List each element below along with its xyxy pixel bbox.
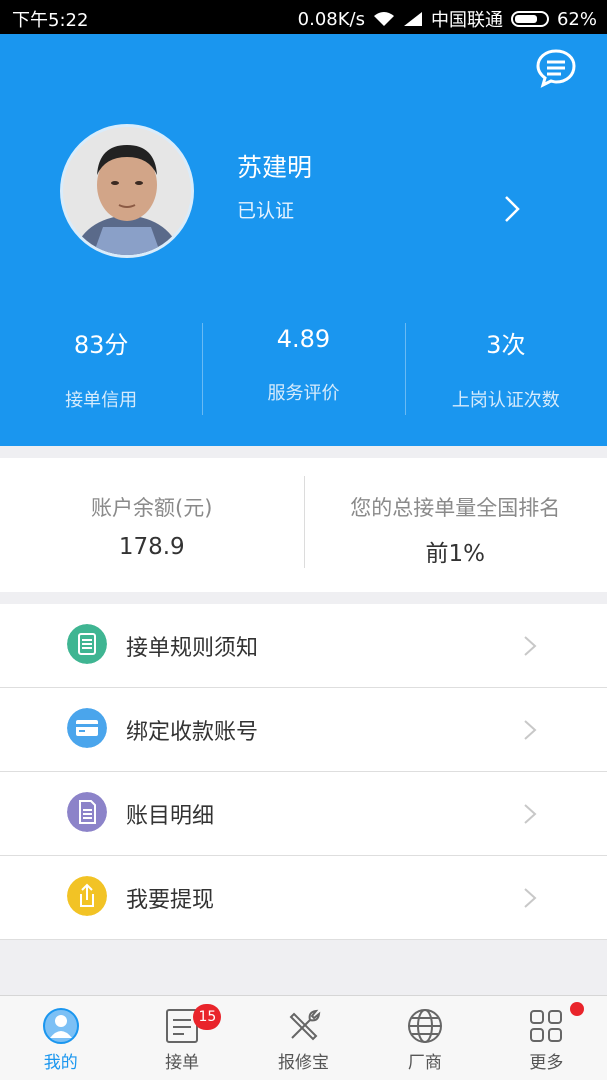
- stat-certification-label: 上岗认证次数: [451, 390, 560, 411]
- chevron-right-icon: [524, 636, 537, 656]
- signal-icon: [403, 12, 422, 26]
- rank-value: 前1%: [425, 541, 486, 567]
- orders-badge: 15: [193, 1004, 222, 1030]
- tab-orders[interactable]: 15 接单: [121, 996, 242, 1080]
- balance-block[interactable]: 账户余额(元) 178.9: [0, 458, 304, 592]
- globe-icon: [407, 1009, 442, 1043]
- menu-item-ledger[interactable]: 账目明细: [0, 772, 607, 856]
- stat-certification[interactable]: 3次 上岗认证次数: [404, 319, 607, 419]
- menu-item-label: 绑定收款账号: [126, 720, 259, 745]
- network-speed: 0.08K/s: [297, 8, 365, 30]
- stats-row: 83分 接单信用 4.89 服务评价 3次 上岗认证次数: [0, 319, 607, 419]
- balance-value: 178.9: [118, 534, 185, 560]
- chevron-right-icon: [524, 888, 537, 908]
- menu-item-label: 接单规则须知: [126, 636, 259, 661]
- rules-icon: [67, 624, 107, 664]
- stat-certification-value: 3次: [486, 331, 526, 359]
- message-icon[interactable]: [535, 48, 577, 88]
- tab-label: 厂商: [407, 1053, 442, 1073]
- stat-credit-value: 83分: [73, 331, 129, 359]
- status-right: 0.08K/s 中国联通 62%: [298, 6, 597, 32]
- profile-header: 苏建明 已认证 83分 接单信用 4.89 服务评价 3次 上岗认证次数: [0, 34, 607, 446]
- more-notification-dot: [569, 1002, 584, 1016]
- tab-label: 更多: [529, 1053, 564, 1073]
- verify-status: 已认证: [237, 200, 295, 222]
- tab-mine[interactable]: 我的: [0, 996, 121, 1080]
- rank-label: 您的总接单量全国排名: [350, 496, 561, 520]
- card-icon: [67, 708, 107, 748]
- tab-label: 报修宝: [278, 1053, 330, 1073]
- tools-icon: [289, 1009, 320, 1041]
- tab-label: 接单: [165, 1053, 200, 1073]
- tab-repair[interactable]: 报修宝: [243, 996, 364, 1080]
- wifi-icon: [373, 12, 394, 26]
- chevron-right-icon: [524, 804, 537, 824]
- stat-credit-label: 接单信用: [65, 390, 138, 411]
- menu-item-rules[interactable]: 接单规则须知: [0, 604, 607, 688]
- tab-vendor[interactable]: 厂商: [364, 996, 485, 1080]
- avatar[interactable]: [60, 124, 194, 258]
- ledger-icon: [67, 792, 107, 832]
- status-bar: 下午5:22 0.08K/s 中国联通 62%: [0, 0, 607, 34]
- menu-item-bind-account[interactable]: 绑定收款账号: [0, 688, 607, 772]
- tab-more[interactable]: 更多: [486, 996, 607, 1080]
- user-name: 苏建明: [237, 153, 313, 182]
- battery-icon: [510, 11, 549, 27]
- rank-block[interactable]: 您的总接单量全国排名 前1%: [303, 458, 607, 592]
- bottom-tab-bar: 我的 15 接单 报修宝 厂商 更多: [0, 995, 607, 1080]
- carrier-name: 中国联通: [430, 10, 503, 31]
- menu-list: 接单规则须知 绑定收款账号 账目明细 我要提现: [0, 604, 607, 940]
- stat-credit[interactable]: 83分 接单信用: [0, 319, 202, 419]
- chevron-right-icon: [524, 720, 537, 740]
- menu-item-label: 账目明细: [126, 804, 215, 829]
- avatar-photo: [63, 127, 191, 255]
- balance-label: 账户余额(元): [91, 496, 213, 520]
- grid-icon: [530, 1010, 563, 1042]
- withdraw-icon: [67, 876, 107, 916]
- person-icon: [42, 1008, 79, 1044]
- menu-item-withdraw[interactable]: 我要提现: [0, 856, 607, 940]
- stat-rating-label: 服务评价: [267, 383, 340, 404]
- status-time: 下午5:22: [12, 10, 89, 31]
- tab-label: 我的: [43, 1053, 78, 1073]
- menu-item-label: 我要提现: [126, 888, 215, 913]
- battery-level: 62%: [556, 8, 597, 30]
- stat-rating-value: 4.89: [276, 325, 331, 353]
- stat-rating[interactable]: 4.89 服务评价: [202, 319, 404, 419]
- account-summary: 账户余额(元) 178.9 您的总接单量全国排名 前1%: [0, 458, 607, 592]
- chevron-right-icon[interactable]: [500, 194, 524, 224]
